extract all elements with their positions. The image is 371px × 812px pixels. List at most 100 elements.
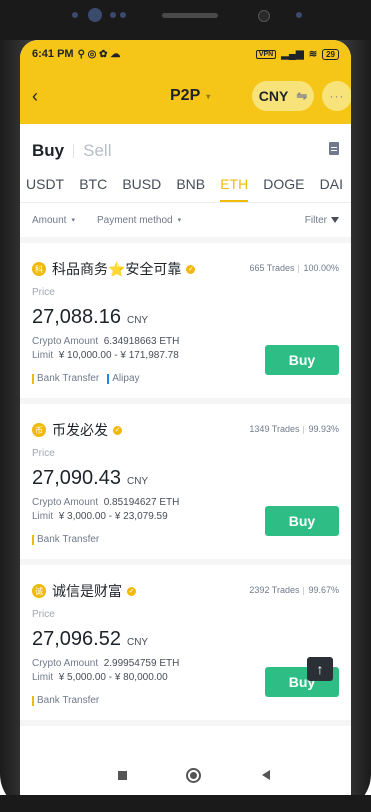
status-time: 6:41 PM (32, 48, 74, 60)
sensor-dot (296, 12, 302, 18)
payment-method-name: Bank Transfer (37, 534, 100, 545)
price-currency: CNY (126, 476, 149, 487)
sensor-dot (110, 12, 116, 18)
divider (73, 144, 75, 158)
more-options-button[interactable]: ··· (322, 81, 351, 111)
buy-button[interactable]: Buy (265, 506, 339, 536)
verified-badge-icon: ✓ (113, 425, 122, 435)
p2p-content: Buy Sell USDT BTC BUSD BNB ETH DOGE DAI … (20, 124, 351, 726)
crypto-amount-value: 0.85194627 ETH (103, 497, 180, 508)
payment-method-tag: Bank Transfer (32, 373, 99, 384)
merchant-name[interactable]: 科品商务⭐安全可靠 (52, 259, 181, 279)
crypto-amount-label: Crypto Amount (32, 497, 99, 508)
chevron-down-icon: ▾ (206, 91, 211, 101)
notification-icons: ⚲ ◎ ✿ ☁ (77, 48, 121, 60)
payment-methods: Bank Transfer (32, 695, 339, 720)
divider (303, 586, 305, 595)
limit-value: ¥ 5,000.00 - ¥ 80,000.00 (58, 672, 168, 683)
method-color-bar (32, 373, 34, 384)
back-arrow-icon[interactable]: ‹ (32, 86, 38, 107)
price-value: 27,088.16 (32, 306, 121, 328)
crypto-amount-label: Crypto Amount (32, 336, 99, 347)
buy-tab[interactable]: Buy (32, 141, 64, 161)
buy-button[interactable]: Buy (265, 345, 339, 375)
limit-label: Limit (32, 511, 54, 522)
status-bar: 6:41 PM ⚲ ◎ ✿ ☁ VPN ▂▄▆ ≋ 29 (20, 40, 351, 68)
trade-count: 1349 Trades (249, 424, 300, 434)
amount-filter-label: Amount (32, 214, 67, 226)
amount-filter[interactable]: Amount ▾ (32, 215, 75, 226)
merchant-name[interactable]: 币发必发 (52, 420, 108, 440)
payment-method-tag: Bank Transfer (32, 534, 99, 545)
funnel-icon (331, 217, 339, 223)
completion-rate: 100.00% (303, 263, 339, 273)
offer-card: 科 科品商务⭐安全可靠 ✓ 665 Trades 100.00% Price 27… (20, 243, 351, 404)
p2p-mode-selector[interactable]: P2P ▾ (170, 87, 210, 105)
currency-selector[interactable]: CNY ⇋ (252, 81, 314, 111)
limit-label: Limit (32, 672, 54, 683)
sensor-dot (72, 12, 78, 18)
trade-count: 665 Trades (249, 263, 295, 273)
divider (298, 264, 300, 273)
filter-button[interactable]: Filter (305, 215, 339, 226)
payment-method-name: Bank Transfer (37, 373, 100, 384)
coin-tab-busd[interactable]: BUSD (122, 174, 161, 202)
coin-tab-bnb[interactable]: BNB (176, 174, 205, 202)
merchant-name[interactable]: 诚信是财富 (52, 581, 122, 601)
swap-icon: ⇋ (296, 88, 308, 103)
trade-count: 2392 Trades (249, 585, 300, 595)
crypto-amount-label: Crypto Amount (32, 658, 99, 669)
price-label: Price (32, 287, 55, 298)
price-row: 27,088.16 CNY (32, 306, 339, 329)
trade-stats: 2392 Trades 99.67% (249, 585, 339, 595)
crypto-amount-value: 6.34918663 ETH (103, 336, 180, 347)
coin-tab-eth[interactable]: ETH (220, 174, 249, 202)
wifi-icon: ≋ (308, 48, 318, 60)
app-header: ‹ P2P ▾ CNY ⇋ ··· (20, 68, 351, 124)
completion-rate: 99.67% (308, 585, 339, 595)
verified-badge-icon: ✓ (127, 586, 136, 596)
currency-label: CNY (258, 88, 289, 104)
price-currency: CNY (126, 637, 149, 648)
payment-methods: Bank Transfer (32, 534, 339, 559)
home-icon[interactable] (186, 767, 201, 783)
back-triangle-icon[interactable] (262, 770, 270, 780)
coin-tab-dai[interactable]: DAI (320, 174, 343, 202)
phone-frame: 6:41 PM ⚲ ◎ ✿ ☁ VPN ▂▄▆ ≋ 29 ‹ P2P ▾ CNY… (0, 0, 371, 812)
up-arrow-icon[interactable]: ↑ (307, 657, 333, 681)
document-icon[interactable] (329, 142, 339, 155)
vpn-icon: VPN (255, 49, 277, 59)
phone-bottom-bezel (0, 795, 371, 812)
verified-badge-icon: ✓ (186, 264, 196, 274)
filter-bar: Amount ▾ Payment method ▾ Filter (20, 203, 351, 243)
limit-value: ¥ 10,000.00 - ¥ 171,987.78 (58, 350, 179, 361)
limit-value: ¥ 3,000.00 - ¥ 23,079.59 (58, 511, 168, 522)
android-nav-bar (20, 755, 351, 795)
divider (303, 425, 305, 434)
phone-top-bezel (0, 0, 371, 40)
price-value: 27,090.43 (32, 467, 121, 489)
price-currency: CNY (126, 315, 149, 326)
chevron-down-icon: ▾ (71, 217, 75, 224)
sell-tab[interactable]: Sell (83, 141, 111, 161)
method-color-bar (32, 534, 34, 545)
recent-apps-icon[interactable] (118, 770, 127, 780)
coin-tab-btc[interactable]: BTC (79, 174, 107, 202)
payment-method-tag: Bank Transfer (32, 695, 99, 706)
trade-stats: 665 Trades 100.00% (249, 263, 339, 273)
app-screen: 6:41 PM ⚲ ◎ ✿ ☁ VPN ▂▄▆ ≋ 29 ‹ P2P ▾ CNY… (20, 40, 351, 755)
payment-method-filter[interactable]: Payment method ▾ (97, 215, 181, 226)
signal-icon: ▂▄▆ (281, 48, 304, 60)
merchant-avatar: 科 (32, 262, 46, 276)
battery-icon: 29 (322, 48, 339, 60)
proximity-sensor (258, 10, 270, 22)
payment-method-name: Bank Transfer (37, 695, 100, 706)
payment-method-tag: Alipay (107, 373, 140, 384)
sensor-dot (120, 12, 126, 18)
coin-tab-usdt[interactable]: USDT (26, 174, 64, 202)
price-label: Price (32, 609, 55, 620)
completion-rate: 99.93% (308, 424, 339, 434)
coin-tab-doge[interactable]: DOGE (263, 174, 304, 202)
price-row: 27,096.52 CNY (32, 628, 339, 651)
filter-label: Filter (304, 214, 327, 226)
